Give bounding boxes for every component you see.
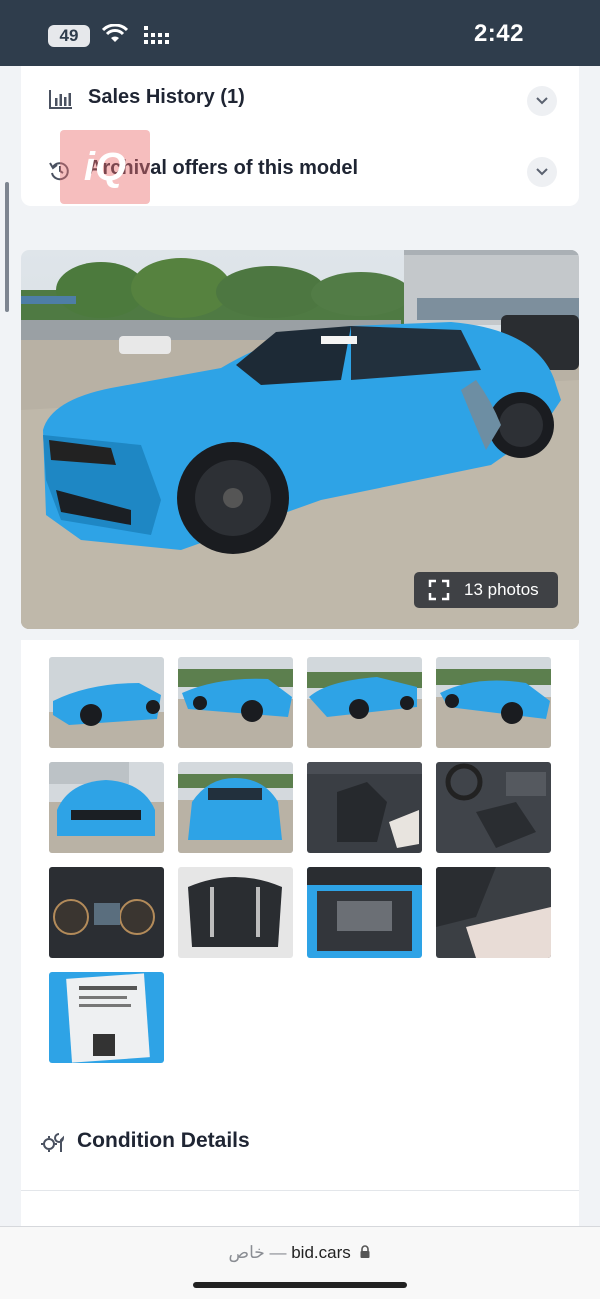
clock: 2:42: [473, 20, 524, 47]
gallery-thumbnail[interactable]: [436, 867, 551, 958]
browser-address-bar[interactable]: خاص — bid.cars: [0, 1226, 600, 1299]
gallery-thumbnail[interactable]: [178, 762, 293, 853]
scroll-indicator[interactable]: [5, 182, 9, 312]
gallery-thumbnail[interactable]: [307, 867, 422, 958]
battery-indicator: 49: [48, 25, 90, 47]
domain-label: bid.cars: [291, 1243, 351, 1262]
chevron-down-icon[interactable]: [527, 86, 557, 116]
expand-icon: [428, 579, 450, 601]
gallery-thumbnail[interactable]: [436, 657, 551, 748]
chart-icon: [49, 90, 72, 109]
lock-icon: [360, 1245, 370, 1258]
gallery-thumbnail[interactable]: [49, 657, 164, 748]
next-section: [21, 1191, 579, 1231]
details-card: Sales History (1) Archival offers of thi…: [21, 66, 579, 206]
sales-history-row[interactable]: Sales History (1): [21, 66, 579, 132]
signal-icon: [144, 26, 169, 44]
condition-details-row[interactable]: Condition Details: [21, 1094, 579, 1190]
home-indicator[interactable]: [193, 1282, 407, 1288]
url-display[interactable]: خاص — bid.cars: [0, 1243, 600, 1263]
chevron-down-icon[interactable]: [527, 157, 557, 187]
gallery-thumbnail[interactable]: [49, 867, 164, 958]
wifi-icon: [102, 24, 128, 42]
gallery-thumbnail[interactable]: [436, 762, 551, 853]
gallery-thumbnail[interactable]: [178, 657, 293, 748]
gallery-thumbnail[interactable]: [49, 762, 164, 853]
watermark-logo: iQ: [60, 130, 150, 204]
gallery-thumbnail[interactable]: [307, 657, 422, 748]
photo-count-label: 13 photos: [464, 580, 539, 599]
photo-gallery: [21, 640, 579, 1095]
sales-history-label: Sales History (1): [88, 86, 245, 108]
condition-details-title: Condition Details: [77, 1129, 250, 1152]
gallery-thumbnail[interactable]: [178, 867, 293, 958]
private-label: خاص —: [228, 1243, 292, 1262]
status-bar: 49 2:42: [0, 0, 600, 66]
gallery-thumbnail[interactable]: [49, 972, 164, 1063]
photo-count-button[interactable]: 13 photos: [414, 572, 558, 608]
gallery-thumbnail[interactable]: [307, 762, 422, 853]
wrench-gear-icon: [41, 1133, 65, 1152]
